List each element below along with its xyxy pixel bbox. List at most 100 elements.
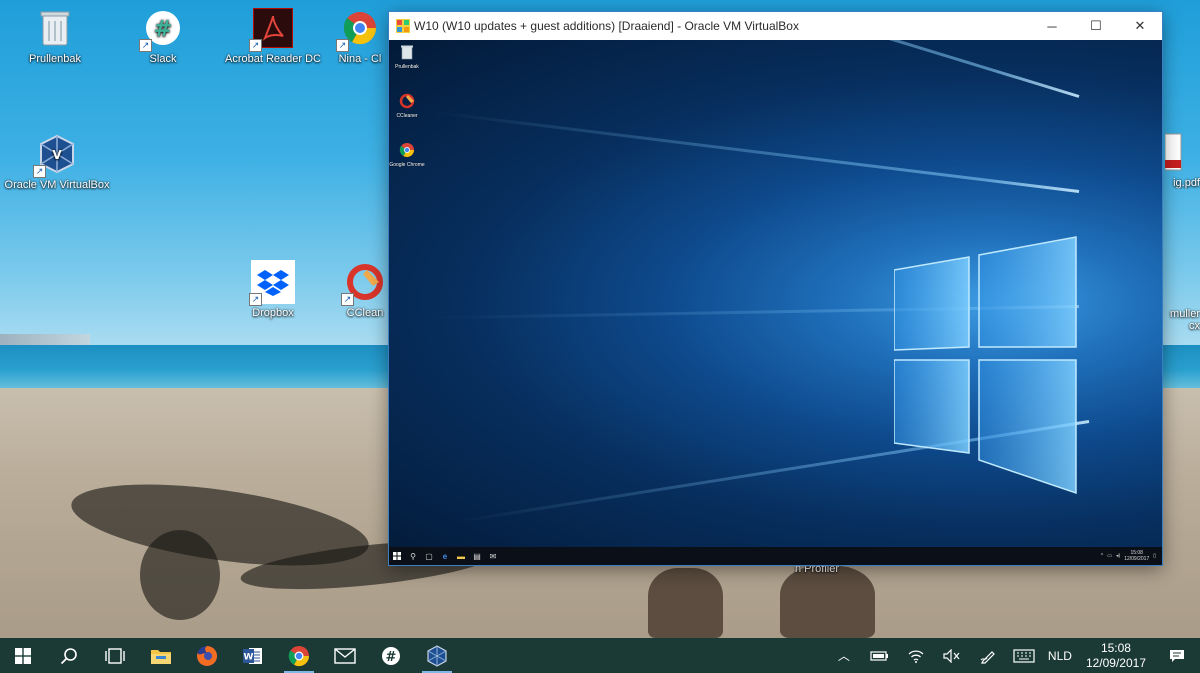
mail-icon xyxy=(334,647,356,664)
taskbar-slack[interactable]: # xyxy=(368,638,414,673)
desktop-icon-acrobat[interactable]: ↗ Acrobat Reader DC xyxy=(225,6,321,65)
mail-icon: ✉ xyxy=(489,551,497,561)
guest-icon-chrome[interactable]: Google Chrome xyxy=(389,142,425,168)
desktop-icon-label: Slack xyxy=(149,53,177,65)
guest-icon-label: Google Chrome xyxy=(389,162,425,168)
firefox-icon xyxy=(197,645,218,666)
svg-text:#: # xyxy=(386,650,397,665)
desktop-icon-ccleaner[interactable]: ↗ CClean xyxy=(340,260,390,319)
store-icon: ▤ xyxy=(473,551,481,561)
guest-icon-prullenbak[interactable]: Prullenbak xyxy=(389,44,425,70)
tray-volume[interactable] xyxy=(934,638,970,673)
notifications-icon xyxy=(1170,649,1184,662)
taskbar-file-explorer[interactable] xyxy=(138,638,184,673)
taskbar-mail[interactable] xyxy=(322,638,368,673)
guest-store-button[interactable]: ▤ xyxy=(469,547,485,565)
guest-explorer-button[interactable]: ▬ xyxy=(453,547,469,565)
minimize-button[interactable]: ─ xyxy=(1030,12,1074,40)
network-icon[interactable]: ▭ xyxy=(1107,553,1112,559)
guest-edge-button[interactable]: e xyxy=(437,547,453,565)
task-view-button[interactable] xyxy=(92,638,138,673)
wallpaper-light-beam xyxy=(476,40,1080,98)
shortcut-arrow-icon: ↗ xyxy=(249,293,262,306)
palm-shadow xyxy=(140,530,220,620)
desktop-icon-prullenbak[interactable]: Prullenbak xyxy=(7,6,103,65)
guest-search-button[interactable]: ⚲ xyxy=(405,547,421,565)
chevron-up-icon[interactable]: ^ xyxy=(1101,553,1103,559)
desktop-icon-label: Acrobat Reader DC xyxy=(225,53,321,65)
search-icon xyxy=(60,647,77,664)
palm-trunk xyxy=(780,566,875,638)
search-icon: ⚲ xyxy=(410,551,416,561)
guest-taskbar: ⚲ ▢ e ▬ ▤ ✉ ^ ▭ ◂) 15:08 12/09/2017 ▯ xyxy=(389,547,1162,565)
folder-icon: ▬ xyxy=(457,551,465,561)
task-view-icon: ▢ xyxy=(425,551,433,561)
tray-overflow-button[interactable]: ︿ xyxy=(826,638,862,673)
ccleaner-icon: ↗ xyxy=(341,260,387,306)
close-button[interactable]: ✕ xyxy=(1118,12,1162,40)
window-title: W10 (W10 updates + guest additions) [Dra… xyxy=(414,19,799,33)
taskbar-virtualbox[interactable] xyxy=(414,638,460,673)
guest-task-view-button[interactable]: ▢ xyxy=(421,547,437,565)
action-center-button[interactable] xyxy=(1154,638,1200,673)
notifications-icon[interactable]: ▯ xyxy=(1153,553,1156,559)
keyboard-icon xyxy=(1013,648,1035,663)
start-button[interactable] xyxy=(0,638,46,673)
guest-icon-ccleaner[interactable]: CCleaner xyxy=(389,93,425,119)
taskbar-clock[interactable]: 15:08 12/09/2017 xyxy=(1078,641,1154,671)
volume-muted-icon xyxy=(943,648,960,663)
recycle-bin-icon xyxy=(33,6,77,50)
tray-language[interactable]: NLD xyxy=(1042,638,1078,673)
wifi-icon xyxy=(908,649,924,663)
word-icon: W xyxy=(243,647,262,664)
taskbar: W # ︿ NLD 15:08 12/09/2017 xyxy=(0,638,1200,673)
taskbar-word[interactable]: W xyxy=(230,638,276,673)
volume-icon[interactable]: ◂) xyxy=(1116,553,1120,559)
desktop-icon-label: Dropbox xyxy=(252,307,294,319)
shortcut-arrow-icon: ↗ xyxy=(341,293,354,306)
windows-start-icon xyxy=(393,552,401,560)
ccleaner-icon xyxy=(399,93,415,109)
desktop-icon-slack[interactable]: # ↗ Slack xyxy=(115,6,211,65)
shortcut-arrow-icon: ↗ xyxy=(139,39,152,52)
desktop-icon-nina-chrome[interactable]: ↗ Nina - Cl xyxy=(330,6,390,65)
vm-windows10-logo-icon xyxy=(396,19,410,33)
guest-clock[interactable]: 15:08 12/09/2017 xyxy=(1124,550,1149,562)
chrome-icon xyxy=(288,645,310,666)
guest-start-button[interactable] xyxy=(389,547,405,565)
palm-trunk xyxy=(648,568,723,638)
desktop-icon-dropbox[interactable]: ↗ Dropbox xyxy=(225,260,321,319)
folder-icon xyxy=(151,649,171,664)
chrome-icon xyxy=(399,143,414,157)
clock-date: 12/09/2017 xyxy=(1085,655,1146,670)
guest-icon-label: CCleaner xyxy=(396,113,418,119)
tray-battery[interactable] xyxy=(862,638,898,673)
chrome-icon: ↗ xyxy=(336,6,382,52)
search-button[interactable] xyxy=(46,638,92,673)
tray-pen[interactable] xyxy=(970,638,1006,673)
svg-text:W: W xyxy=(244,652,254,662)
taskbar-firefox[interactable] xyxy=(184,638,230,673)
edge-icon: e xyxy=(442,551,448,561)
taskbar-chrome[interactable] xyxy=(276,638,322,673)
virtualbox-window[interactable]: W10 (W10 updates + guest additions) [Dra… xyxy=(389,12,1162,565)
battery-icon xyxy=(870,650,888,661)
windows-hero-logo xyxy=(894,236,1077,495)
tray-wifi[interactable] xyxy=(898,638,934,673)
desktop-icon-label: Prullenbak xyxy=(29,53,81,65)
guest-icon-label: Prullenbak xyxy=(395,64,419,70)
maximize-button[interactable]: ☐ xyxy=(1074,12,1118,40)
svg-text:V: V xyxy=(52,148,62,162)
desktop-icon-virtualbox[interactable]: V ↗ Oracle VM VirtualBox xyxy=(4,132,110,191)
window-titlebar[interactable]: W10 (W10 updates + guest additions) [Dra… xyxy=(389,12,1162,40)
desktop-icon-label: Nina - Cl xyxy=(338,53,382,65)
wallpaper-light-beam xyxy=(433,110,1080,193)
guest-system-tray: ^ ▭ ◂) 15:08 12/09/2017 ▯ xyxy=(1101,547,1156,565)
guest-mail-button[interactable]: ✉ xyxy=(485,547,501,565)
tray-keyboard[interactable] xyxy=(1006,638,1042,673)
pen-icon xyxy=(980,650,995,664)
desktop-icon-label: CClean xyxy=(346,307,384,319)
guest-desktop[interactable]: Prullenbak CCleaner Google Chrome ⚲ ▢ e … xyxy=(389,40,1162,565)
acrobat-icon: ↗ xyxy=(249,6,295,52)
shortcut-arrow-icon: ↗ xyxy=(336,39,349,52)
